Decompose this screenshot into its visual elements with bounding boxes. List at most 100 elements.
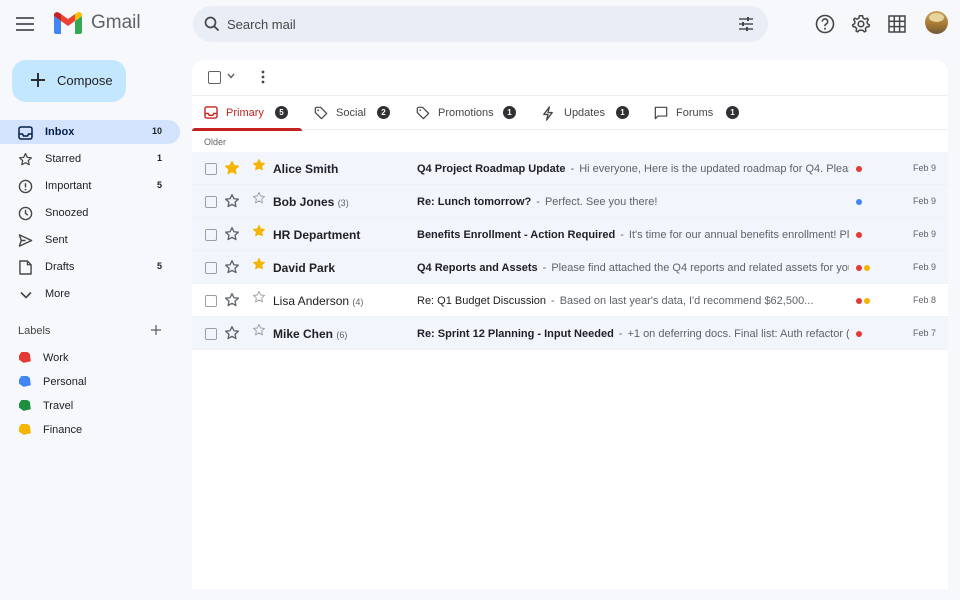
row-checkbox[interactable] <box>205 295 217 307</box>
importance-marker-icon[interactable] <box>252 191 266 205</box>
email-row[interactable]: Bob Jones (3) Re: Lunch tomorrow? - Perfect… <box>192 185 948 218</box>
sender-name: HR Department <box>273 228 361 242</box>
app-name: Gmail <box>91 12 141 33</box>
sender-name: Bob Jones <box>273 195 335 209</box>
draft-icon <box>18 260 33 275</box>
more-options-icon[interactable] <box>258 70 268 84</box>
account-avatar[interactable] <box>925 11 948 34</box>
email-sender: David Park <box>273 261 335 275</box>
email-subject-line: Re: Q1 Budget Discussion - Based on last y… <box>417 295 849 307</box>
clock-icon <box>18 206 33 221</box>
email-subject: Re: Q1 Budget Discussion <box>417 295 547 307</box>
main-menu-icon[interactable] <box>13 12 37 36</box>
label-dot <box>856 298 862 304</box>
compose-label: Compose <box>57 73 113 88</box>
subject-separator: - <box>542 262 547 274</box>
star-toggle-icon[interactable] <box>224 292 240 308</box>
tag-icon <box>314 106 328 120</box>
email-sender: Bob Jones (3) <box>273 195 349 209</box>
label-item-finance[interactable]: Finance <box>0 419 180 439</box>
star-toggle-icon[interactable] <box>224 160 240 176</box>
label-dot <box>856 166 862 172</box>
sidebar-item-count: 5 <box>156 261 162 271</box>
apps-grid-icon[interactable] <box>886 13 908 35</box>
search-input[interactable] <box>227 14 717 34</box>
row-checkbox[interactable] <box>205 163 217 175</box>
search-icon[interactable] <box>204 16 220 32</box>
sidebar-item-starred[interactable]: Starred 1 <box>0 147 180 171</box>
select-dropdown-chevron-icon[interactable] <box>227 73 235 79</box>
email-subject-line: Re: Sprint 12 Planning - Input Needed - +1… <box>417 328 849 340</box>
sidebar-item-drafts[interactable]: Drafts 5 <box>0 255 180 279</box>
sidebar-item-snoozed[interactable]: Snoozed <box>0 201 180 225</box>
sidebar-item-inbox[interactable]: Inbox 10 <box>0 120 180 144</box>
label-tag-icon <box>19 424 31 435</box>
sidebar-item-count: 1 <box>156 153 162 163</box>
important-icon <box>18 179 33 194</box>
email-row[interactable]: Alice Smith Q4 Project Roadmap Update - Hi… <box>192 152 948 185</box>
tab-social[interactable]: Social 2 <box>302 96 404 130</box>
subject-separator: - <box>551 295 555 307</box>
label-name: Finance <box>43 424 83 436</box>
row-checkbox[interactable] <box>205 229 217 241</box>
email-row[interactable]: HR Department Benefits Enrollment - Acti… <box>192 218 948 251</box>
label-tag-icon <box>19 376 31 387</box>
email-date: Feb 8 <box>912 295 936 305</box>
tab-forums[interactable]: Forums 1 <box>642 96 754 130</box>
help-icon[interactable] <box>814 13 836 35</box>
star-icon <box>18 152 33 167</box>
row-checkbox[interactable] <box>205 328 217 340</box>
tab-count-badge: 5 <box>275 106 288 119</box>
bolt-icon <box>543 106 553 121</box>
importance-marker-icon[interactable] <box>252 224 266 238</box>
sidebar-item-label: Drafts <box>45 261 75 273</box>
label-tag-icon <box>19 400 31 411</box>
list-toolbar <box>192 60 948 96</box>
label-item-personal[interactable]: Personal <box>0 371 180 391</box>
label-item-travel[interactable]: Travel <box>0 395 180 415</box>
importance-marker-icon[interactable] <box>252 323 266 337</box>
row-checkbox[interactable] <box>205 196 217 208</box>
email-snippet: Perfect. See you there! <box>544 196 658 208</box>
importance-marker-icon[interactable] <box>252 158 266 172</box>
category-tabs: Primary 5 Social 2 Promotions 1 Updates … <box>192 96 948 131</box>
search-bar[interactable] <box>193 6 768 42</box>
email-row[interactable]: Mike Chen (6) Re: Sprint 12 Planning - In… <box>192 317 948 350</box>
send-icon <box>18 233 33 248</box>
label-dot <box>856 331 862 337</box>
label-dots <box>856 166 862 172</box>
star-toggle-icon[interactable] <box>224 259 240 275</box>
select-all-checkbox[interactable] <box>208 71 221 84</box>
label-dots <box>856 331 862 337</box>
email-row[interactable]: Lisa Anderson (4) Re: Q1 Budget Discussio… <box>192 284 948 317</box>
sidebar-item-label: Important <box>45 180 92 192</box>
email-subject: Benefits Enrollment - Action Required <box>417 229 616 241</box>
tab-count-badge: 1 <box>616 106 629 119</box>
gmail-m-icon <box>54 12 82 34</box>
sidebar-item-more[interactable]: More <box>0 282 180 306</box>
star-toggle-icon[interactable] <box>224 226 240 242</box>
tab-promotions[interactable]: Promotions 1 <box>404 96 530 130</box>
tab-label: Forums <box>676 107 714 119</box>
sidebar-item-sent[interactable]: Sent <box>0 228 180 252</box>
star-toggle-icon[interactable] <box>224 325 240 341</box>
tab-primary[interactable]: Primary 5 <box>192 96 302 131</box>
sidebar-item-label: Sent <box>45 234 68 246</box>
tab-updates[interactable]: Updates 1 <box>530 96 642 130</box>
gmail-logo[interactable]: Gmail <box>54 12 141 34</box>
search-options-icon[interactable] <box>738 16 754 32</box>
email-row[interactable]: David Park Q4 Reports and Assets - Please … <box>192 251 948 284</box>
importance-marker-icon[interactable] <box>252 290 266 304</box>
star-toggle-icon[interactable] <box>224 193 240 209</box>
inbox-icon <box>204 106 218 119</box>
add-label-icon[interactable] <box>150 324 162 336</box>
label-dot <box>864 298 870 304</box>
settings-gear-icon[interactable] <box>850 13 872 35</box>
row-checkbox[interactable] <box>205 262 217 274</box>
subject-separator: - <box>618 328 623 340</box>
label-item-work[interactable]: Work <box>0 347 180 367</box>
chevron-down-icon <box>18 287 33 302</box>
importance-marker-icon[interactable] <box>252 257 266 271</box>
sidebar-item-important[interactable]: Important 5 <box>0 174 180 198</box>
compose-button[interactable]: Compose <box>12 60 126 102</box>
